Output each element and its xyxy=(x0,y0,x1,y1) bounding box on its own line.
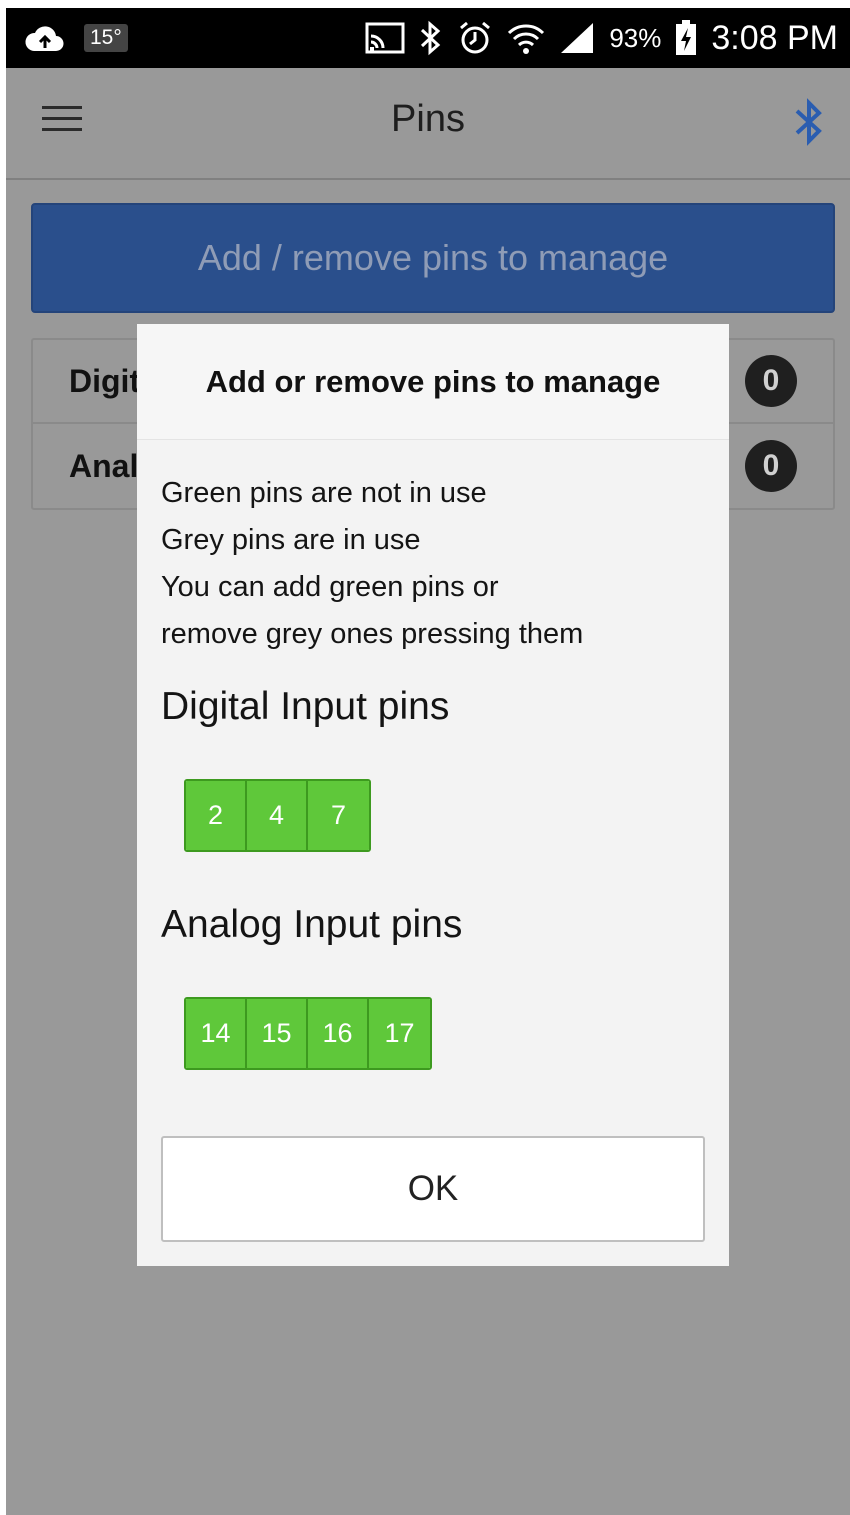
temperature-badge: 15° xyxy=(84,24,128,52)
digital-pins-heading: Digital Input pins xyxy=(161,685,450,728)
dialog-body: Green pins are not in use Grey pins are … xyxy=(137,440,729,1070)
digital-pin-group: 2 4 7 xyxy=(184,779,371,852)
bluetooth-icon[interactable] xyxy=(794,98,824,151)
cloud-upload-icon xyxy=(24,21,66,55)
wifi-icon xyxy=(507,21,545,55)
bluetooth-icon xyxy=(419,20,443,56)
ok-button[interactable]: OK xyxy=(161,1136,705,1242)
battery-percent: 93% xyxy=(609,22,662,53)
battery-charging-icon xyxy=(675,20,697,56)
pin-button-14[interactable]: 14 xyxy=(186,999,247,1068)
cast-icon xyxy=(365,22,405,54)
clock: 3:08 PM xyxy=(711,18,838,57)
pin-button-16[interactable]: 16 xyxy=(308,999,369,1068)
pin-button-17[interactable]: 17 xyxy=(369,999,430,1068)
signal-icon xyxy=(559,21,595,55)
pin-button-4[interactable]: 4 xyxy=(247,781,308,850)
count-badge: 0 xyxy=(745,355,797,407)
analog-pins-heading: Analog Input pins xyxy=(161,903,463,946)
help-text-line: Grey pins are in use xyxy=(161,524,421,556)
status-bar: 15° 93% 3:08 PM xyxy=(6,8,850,68)
count-badge: 0 xyxy=(745,440,797,492)
manage-pins-dialog: Add or remove pins to manage Green pins … xyxy=(137,324,729,1266)
add-remove-pins-button[interactable]: Add / remove pins to manage xyxy=(31,203,835,313)
alarm-icon xyxy=(457,20,493,56)
help-text-line: remove grey ones pressing them xyxy=(161,618,584,650)
help-text-line: You can add green pins or xyxy=(161,571,499,603)
dialog-title: Add or remove pins to manage xyxy=(205,363,661,399)
pin-button-7[interactable]: 7 xyxy=(308,781,369,850)
pin-button-15[interactable]: 15 xyxy=(247,999,308,1068)
help-text-line: Green pins are not in use xyxy=(161,477,487,509)
page-title: Pins xyxy=(391,98,465,140)
app-bar: Pins xyxy=(6,68,850,180)
dialog-header: Add or remove pins to manage xyxy=(137,324,729,440)
pin-button-2[interactable]: 2 xyxy=(186,781,247,850)
analog-pin-group: 14 15 16 17 xyxy=(184,997,432,1070)
